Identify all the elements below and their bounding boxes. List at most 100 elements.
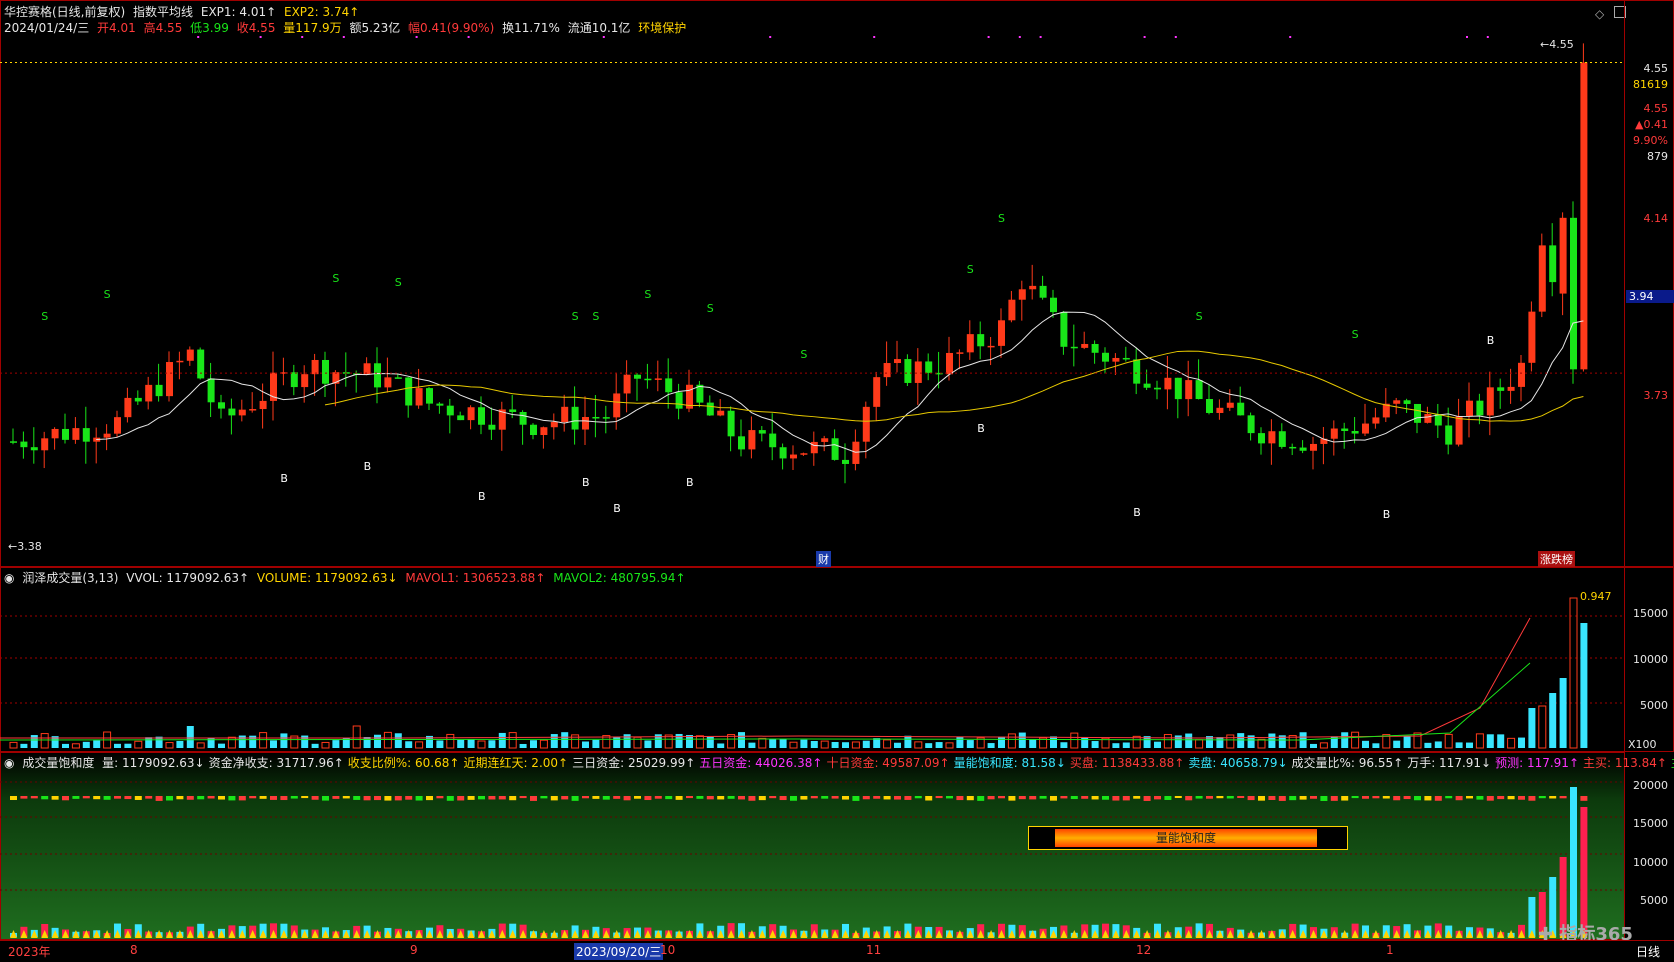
header-tag[interactable]: 环境保护 (638, 21, 686, 35)
volume-bar (415, 741, 424, 749)
sat-top-bar (1434, 796, 1442, 801)
sat-top-bar (1070, 796, 1078, 800)
signal-dot (342, 36, 345, 38)
sat-top-bar (82, 796, 90, 799)
indicator-name[interactable]: 指数平均线 (133, 5, 193, 19)
mavol2-line (0, 662, 1531, 741)
sell-signal-marker: S (332, 272, 339, 285)
finance-marker[interactable]: 财 (816, 551, 831, 567)
mavol1-line (0, 617, 1531, 739)
date-axis[interactable]: 2023年 8 9 2023/09/20/三 10 11 12 1 日线 (0, 940, 1674, 962)
candle-body (1393, 400, 1401, 404)
header-high: 高4.55 (143, 21, 183, 35)
exp1-value: EXP1: 4.01↑ (200, 5, 277, 19)
header-open: 开4.01 (97, 21, 136, 35)
buy-signal-marker: B (364, 460, 372, 473)
candle-body (30, 447, 38, 451)
candle-body (987, 345, 995, 348)
candle-body (550, 422, 558, 428)
sat-top-bar (914, 796, 922, 799)
volume-bar (374, 734, 381, 748)
sat-top-bar (530, 796, 537, 801)
sat-top-bar (478, 796, 485, 800)
price-chart[interactable]: SSS SS SSSSSSSSBBBBBBBB BB (0, 36, 1624, 567)
candle-body (654, 378, 662, 380)
sat-value-6: 十日资金: 49587.09↑ (826, 756, 950, 770)
candle-body (1091, 343, 1099, 353)
header-date: 2024/01/24/三 (4, 21, 90, 35)
candle-body (10, 441, 17, 443)
ma-short-line (96, 311, 1584, 453)
volume-bar (1466, 742, 1473, 748)
candle-body (1559, 217, 1567, 294)
sat-top-bar (810, 796, 818, 799)
volume-bar (259, 732, 268, 749)
sat-top-bar (665, 796, 673, 800)
sat-top-bar (20, 796, 28, 799)
zhangdie-marker[interactable]: 涨跌榜 (1538, 551, 1575, 567)
vol-indicator-name[interactable]: 润泽成交量(3,13) (22, 571, 118, 585)
sat-tick-15000: 15000 (1633, 817, 1668, 830)
candle-body (1466, 400, 1473, 417)
volume-bar (1362, 740, 1369, 748)
sat-value-4: 三日资金: 25029.99↑ (572, 756, 696, 770)
volume-bar (1434, 741, 1442, 748)
sat-top-bar (675, 796, 683, 800)
date-label-2023: 2023年 (8, 945, 51, 959)
sat-top-bar (1486, 796, 1494, 801)
candle-body (1507, 386, 1515, 391)
sat-top-bar (1143, 796, 1151, 801)
volume-bar (904, 735, 912, 748)
stock-title[interactable]: 华控赛格(日线,前复权) (4, 5, 125, 19)
volume-bar (301, 735, 309, 748)
sat-top-bar (1414, 796, 1421, 801)
candle-body (810, 441, 818, 454)
buy-signal-marker: B (686, 476, 694, 489)
candle-body (706, 402, 714, 416)
candle-body (1528, 311, 1536, 363)
candle-body (946, 352, 953, 375)
candle-body (1278, 431, 1286, 447)
signal-dot (1039, 36, 1042, 38)
panel-collapse-icon-2[interactable]: ◉ (4, 756, 14, 770)
saturation-chart[interactable] (0, 772, 1624, 940)
volume-bar (592, 739, 600, 748)
candle-body (457, 415, 465, 421)
volume-bar (842, 742, 849, 748)
candle-body (1174, 377, 1182, 400)
candle-body (852, 441, 860, 464)
candle-body (186, 349, 194, 361)
candle-body (748, 430, 756, 450)
candle-body (51, 428, 59, 439)
sat-top-bar (696, 796, 704, 799)
date-label-11: 11 (866, 943, 882, 957)
volume-bar (477, 740, 486, 749)
sat-top-bar (925, 796, 933, 801)
diamond-icon[interactable]: ◇ (1595, 7, 1604, 21)
candle-body (82, 428, 90, 442)
vvol-value: VVOL: 1179092.63↑ (126, 571, 250, 585)
volume-bar (436, 740, 444, 748)
volume-bar (1569, 597, 1578, 749)
candle-body (1133, 359, 1141, 384)
candle-body (259, 400, 267, 410)
candle-body (301, 374, 309, 388)
sat-top-bar (1299, 796, 1307, 800)
period-label[interactable]: 日线 (1636, 943, 1660, 960)
volume-bar (810, 740, 818, 748)
header-change: 幅0.41(9.90%) (408, 21, 495, 35)
volume-bar (914, 741, 923, 749)
sat-value-9: 卖盘: 40658.79↓ (1188, 756, 1288, 770)
volume-bar (1372, 743, 1380, 748)
volume-chart[interactable] (0, 588, 1624, 752)
candle-body (1299, 447, 1307, 451)
volume-bar (508, 732, 517, 749)
candle-body (155, 384, 163, 397)
sat-tick-5000: 5000 (1640, 894, 1668, 907)
signal-dot (1174, 36, 1177, 38)
sat-indicator-name[interactable]: 成交量饱和度 (22, 756, 94, 770)
panel-collapse-icon[interactable]: ◉ (4, 571, 14, 585)
volume-bar (769, 738, 777, 748)
volume-bar (862, 740, 870, 748)
candle-body (530, 424, 537, 436)
